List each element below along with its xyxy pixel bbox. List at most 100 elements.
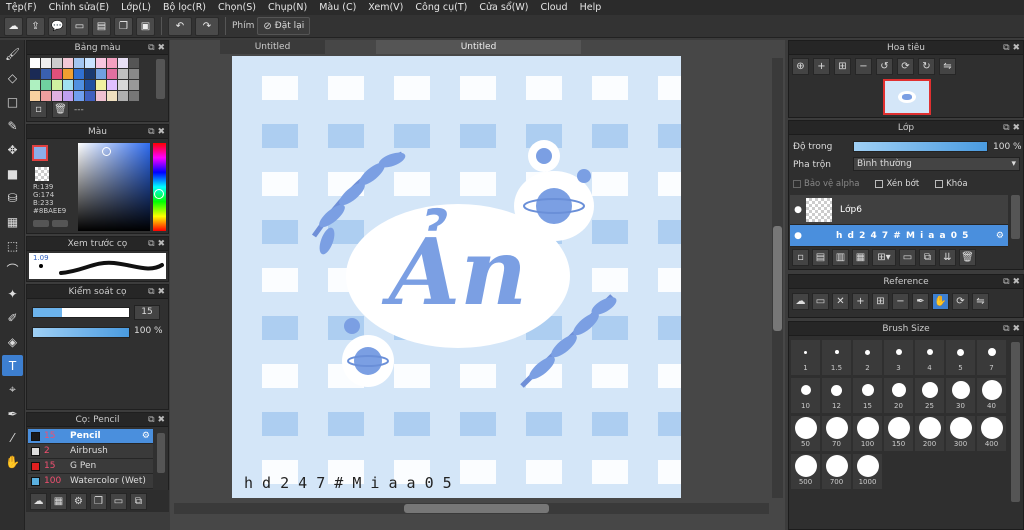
brush-size-slot[interactable]: 2	[853, 340, 882, 375]
palette-swatch[interactable]	[74, 80, 84, 90]
new-halftone-layer-icon[interactable]: ▤	[812, 249, 829, 266]
menu-item[interactable]: Help	[574, 2, 608, 13]
color-sv-picker[interactable]	[78, 143, 150, 231]
zoom-in-icon[interactable]: +	[813, 58, 830, 75]
palette-swatch[interactable]	[129, 80, 139, 90]
brush-size-slot[interactable]: 50	[791, 416, 820, 451]
brush-opacity-slider[interactable]	[32, 327, 130, 338]
ref-close-icon[interactable]: ✕	[832, 293, 849, 310]
palette-swatch[interactable]	[85, 91, 95, 101]
canvas-vertical-thumb[interactable]	[773, 226, 782, 331]
color-mode-button[interactable]	[33, 220, 49, 227]
brush-size-value[interactable]: 15	[134, 305, 160, 320]
panel-controls-icon[interactable]: ⧉ ✖	[148, 41, 165, 55]
palette-swatch[interactable]	[118, 91, 128, 101]
menu-item[interactable]: Bộ lọc(R)	[157, 2, 212, 13]
brush-list-item[interactable]: 100 Watercolor (Wet)	[28, 474, 153, 489]
panel-controls-icon[interactable]: ⧉ ✖	[1003, 41, 1020, 55]
palette-swatch[interactable]	[107, 91, 117, 101]
palette-swatch[interactable]	[129, 58, 139, 68]
delete-palette-icon[interactable]: 🗑	[52, 101, 69, 118]
palette-swatch[interactable]	[41, 80, 51, 90]
ref-flip-icon[interactable]: ⇋	[972, 293, 989, 310]
tab-untitled-1[interactable]: Untitled	[220, 40, 325, 54]
ref-zoom-in-icon[interactable]: +	[852, 293, 869, 310]
palette-swatch[interactable]	[41, 58, 51, 68]
brush-duplicate-icon[interactable]: ⧉	[130, 492, 147, 510]
menu-item[interactable]: Xem(V)	[362, 2, 409, 13]
reset-button[interactable]: ⊘ Đặt lại	[257, 17, 311, 35]
layer-add-menu-icon[interactable]: ⊞▾	[872, 249, 896, 266]
palette-swatch[interactable]	[41, 69, 51, 79]
comment-icon[interactable]: ▭	[70, 16, 89, 36]
palette-swatch[interactable]	[52, 91, 62, 101]
chat-icon[interactable]: 💬	[48, 16, 67, 36]
brush-size-slider[interactable]	[32, 307, 130, 318]
brush-list-item[interactable]: 15 G Pen	[28, 459, 153, 474]
dropper-tool-icon[interactable]: ✒	[2, 403, 23, 424]
palette-swatch[interactable]	[30, 91, 40, 101]
layer-visibility-icon[interactable]: ●	[790, 205, 806, 215]
fill-rect-icon[interactable]: ■	[2, 163, 23, 184]
palette-swatch[interactable]	[52, 69, 62, 79]
ref-zoom-out-icon[interactable]: −	[892, 293, 909, 310]
navigator-thumbnail[interactable]	[883, 79, 931, 115]
ref-open-icon[interactable]: ▭	[812, 293, 829, 310]
pen-tool-icon[interactable]: ✎	[2, 115, 23, 136]
clipping-checkbox[interactable]: Xén bớt	[875, 179, 919, 189]
move-tool-icon[interactable]: ✥	[2, 139, 23, 160]
delete-layer-icon[interactable]: 🗑	[959, 249, 976, 266]
rotate-right-icon[interactable]: ↻	[918, 58, 935, 75]
menu-item[interactable]: Tệp(F)	[0, 2, 43, 13]
color-mode-button[interactable]	[52, 220, 68, 227]
palette-swatch[interactable]	[118, 69, 128, 79]
brush-size-slot[interactable]: 1	[791, 340, 820, 375]
palette-swatch[interactable]	[74, 91, 84, 101]
ref-hand-icon[interactable]: ✋	[932, 293, 949, 310]
rotate-left-icon[interactable]: ↺	[876, 58, 893, 75]
menu-item[interactable]: Chụp(N)	[262, 2, 313, 13]
brush-size-slot[interactable]: 500	[791, 454, 820, 489]
palette-swatch[interactable]	[129, 69, 139, 79]
palette-swatch[interactable]	[107, 69, 117, 79]
layer-visibility-icon[interactable]: ●	[790, 231, 806, 241]
brush-size-slot[interactable]: 4	[915, 340, 944, 375]
bucket-tool-icon[interactable]: ⛁	[2, 187, 23, 208]
brush-cloud-icon[interactable]: ☁	[30, 492, 47, 510]
palette-swatch[interactable]	[96, 91, 106, 101]
brush-size-slot[interactable]: 10	[791, 378, 820, 413]
brush-size-slot[interactable]: 100	[853, 416, 882, 451]
panel-controls-icon[interactable]: ⧉ ✖	[148, 285, 165, 299]
new-folder-icon[interactable]: ▭	[899, 249, 916, 266]
brush-size-slot[interactable]: 300	[946, 416, 975, 451]
palette-swatch[interactable]	[129, 91, 139, 101]
ref-dropper-icon[interactable]: ✒	[912, 293, 929, 310]
palette-swatch[interactable]	[96, 80, 106, 90]
zoom-fit-icon[interactable]: ⊕	[792, 58, 809, 75]
brush-size-slot[interactable]: 1000	[853, 454, 882, 489]
lasso-tool-icon[interactable]: ⌒	[2, 259, 23, 280]
panel-controls-icon[interactable]: ⧉ ✖	[1003, 322, 1020, 336]
undo-icon[interactable]: ↶	[168, 16, 192, 36]
brush-size-slot[interactable]: 70	[822, 416, 851, 451]
menu-item[interactable]: Chỉnh sửa(E)	[43, 2, 116, 13]
hand-tool-icon[interactable]: ✋	[2, 451, 23, 472]
palette-swatch[interactable]	[107, 58, 117, 68]
view-icon[interactable]: ▣	[136, 16, 155, 36]
rect-tool-icon[interactable]: □	[2, 91, 23, 112]
menu-item[interactable]: Chọn(S)	[212, 2, 262, 13]
ref-rotate-icon[interactable]: ⟳	[952, 293, 969, 310]
protect-alpha-checkbox[interactable]: Bảo vệ alpha	[793, 179, 859, 189]
brush-size-scrollbar[interactable]	[1011, 342, 1020, 502]
brush-size-slot[interactable]: 20	[884, 378, 913, 413]
brush-add-icon[interactable]: ▦	[50, 492, 67, 510]
brush-size-slot[interactable]: 700	[822, 454, 851, 489]
palette-swatch[interactable]	[41, 91, 51, 101]
layer-row[interactable]: ● Lớp6	[790, 195, 1008, 225]
palette-swatch[interactable]	[85, 80, 95, 90]
lock-checkbox[interactable]: Khóa	[935, 179, 968, 189]
layer-blend-select[interactable]: Bình thường ▾	[853, 157, 1020, 171]
eyedropper-icon[interactable]: ⁄	[2, 427, 23, 448]
brush-copy-icon[interactable]: ❐	[90, 492, 107, 510]
brush-size-slot[interactable]: 15	[853, 378, 882, 413]
